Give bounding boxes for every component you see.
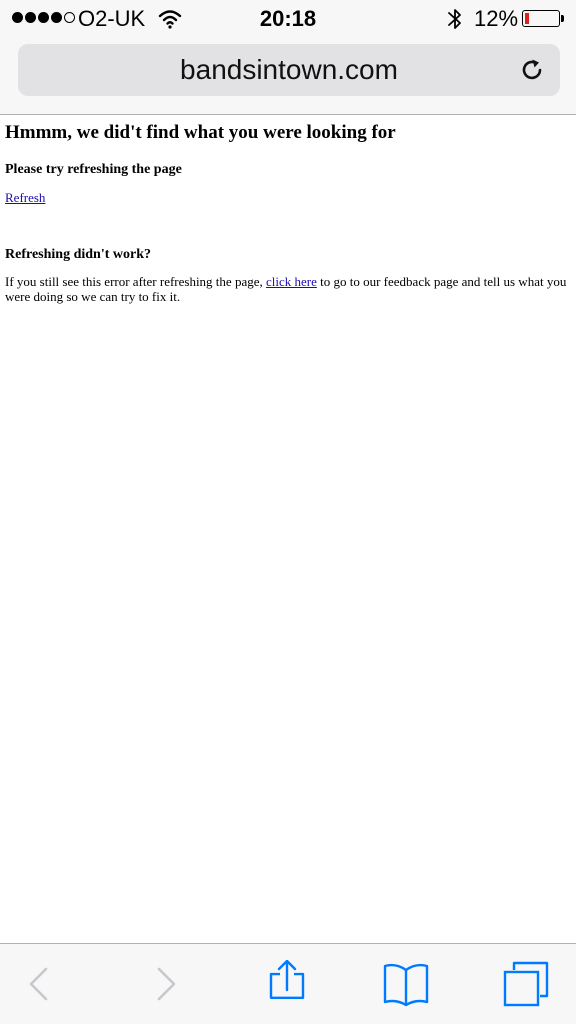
browser-toolbar — [0, 943, 576, 1024]
page-title: Hmmm, we did't find what you were lookin… — [5, 122, 396, 143]
back-button[interactable] — [15, 960, 63, 1008]
refresh-instruction: Please try refreshing the page — [5, 162, 182, 177]
refresh-link[interactable]: Refresh — [5, 190, 45, 205]
forward-icon — [157, 967, 176, 1001]
feedback-paragraph: If you still see this error after refres… — [5, 274, 567, 304]
bookmarks-icon — [383, 963, 429, 1007]
battery-percentage: 12% — [474, 6, 519, 31]
bluetooth-icon — [448, 9, 461, 29]
battery-tip — [561, 15, 564, 22]
refresh-link-row: Refresh — [5, 189, 567, 207]
feedback-text-before: If you still see this error after refres… — [5, 274, 266, 289]
status-bar: O2-UK 20:18 12% — [0, 0, 576, 38]
share-button[interactable] — [263, 960, 311, 1008]
browser-top-chrome: O2-UK 20:18 12% bandsintown.com — [0, 0, 576, 115]
tabs-icon — [503, 961, 549, 1007]
forward-button[interactable] — [142, 960, 190, 1008]
error-page-content: Hmmm, we did't find what you were lookin… — [5, 116, 567, 304]
refresh-failed-heading: Refreshing didn't work? — [5, 247, 151, 262]
reload-icon[interactable] — [518, 56, 546, 84]
battery-level-fill — [525, 13, 529, 24]
address-bar[interactable]: bandsintown.com — [18, 44, 560, 96]
url-text[interactable]: bandsintown.com — [18, 44, 560, 96]
feedback-link[interactable]: click here — [266, 274, 317, 289]
tabs-button[interactable] — [502, 960, 550, 1008]
battery-icon — [522, 10, 560, 27]
share-icon — [269, 960, 305, 999]
back-icon — [29, 967, 48, 1001]
bookmarks-button[interactable] — [382, 960, 430, 1008]
